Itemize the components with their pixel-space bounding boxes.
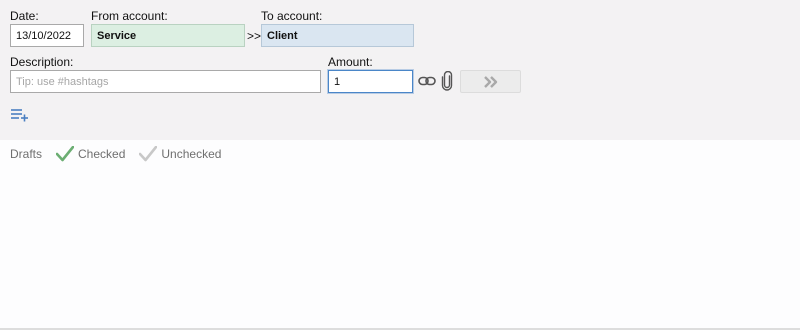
filter-drafts-label: Drafts (10, 147, 43, 161)
filter-unchecked[interactable]: Unchecked (139, 146, 221, 162)
description-input[interactable] (10, 70, 321, 93)
transfer-arrow: >> (247, 29, 262, 43)
filter-unchecked-label: Unchecked (161, 147, 222, 161)
checkmark-icon (139, 146, 158, 162)
to-account-input[interactable] (261, 24, 414, 47)
filter-drafts[interactable]: Drafts (10, 147, 42, 161)
checkmark-icon (56, 146, 75, 162)
double-chevron-right-icon (483, 75, 497, 88)
amount-input[interactable] (328, 70, 413, 93)
paperclip-icon[interactable] (440, 71, 454, 91)
description-label: Description: (10, 55, 74, 69)
from-account-input[interactable] (91, 24, 245, 47)
date-input[interactable] (10, 24, 84, 47)
transaction-form-panel: Date: From account: >> To account: Descr… (0, 0, 800, 140)
to-account-label: To account: (261, 9, 323, 23)
date-label: Date: (10, 9, 39, 23)
from-account-label: From account: (91, 9, 168, 23)
link-icon[interactable] (418, 74, 436, 88)
filter-checked[interactable]: Checked (56, 146, 125, 162)
status-filter-bar: Drafts Checked Unchecked (10, 145, 235, 163)
filter-checked-label: Checked (78, 147, 126, 161)
amount-label: Amount: (328, 55, 373, 69)
submit-transaction-button[interactable] (460, 70, 521, 93)
add-list-icon[interactable] (11, 108, 29, 122)
